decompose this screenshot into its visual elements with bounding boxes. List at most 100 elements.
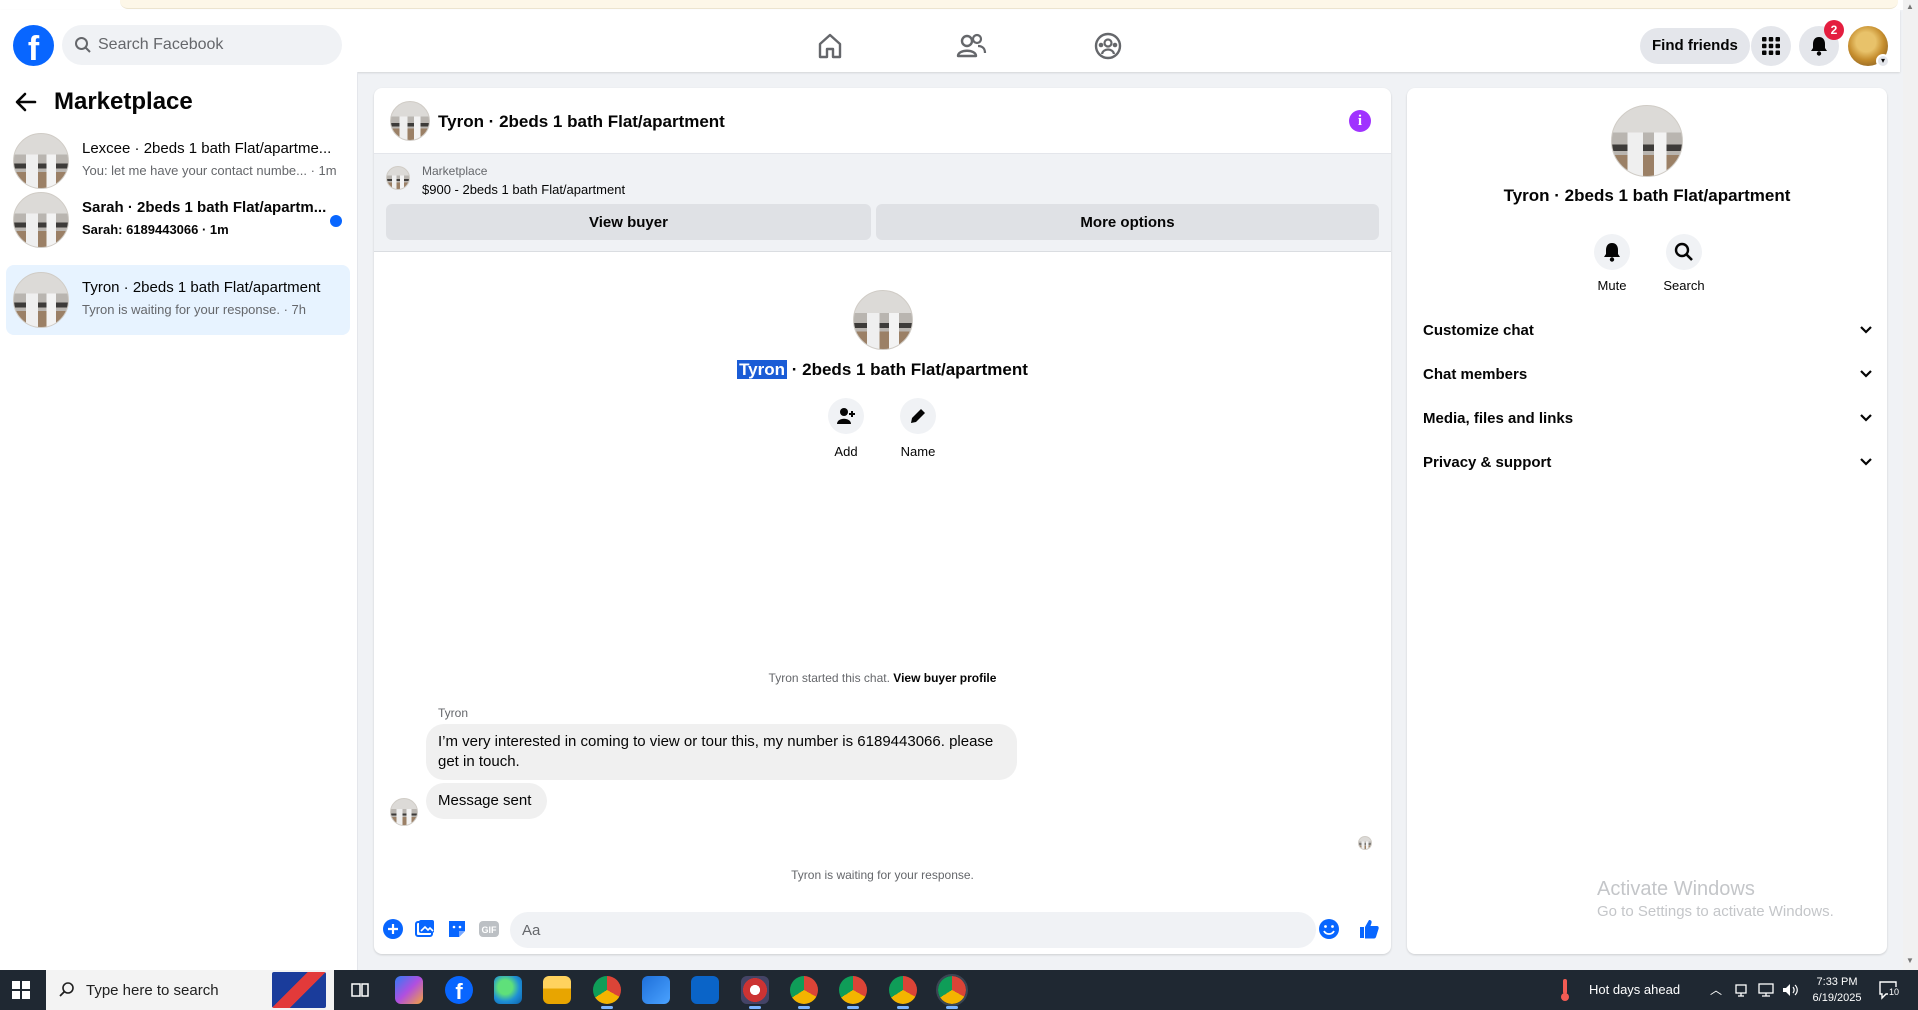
photo-icon[interactable] (414, 918, 436, 940)
chevron-down-icon (1860, 370, 1872, 378)
chrome-profile-icon[interactable] (889, 976, 917, 1009)
chat-title[interactable]: Tyron · 2beds 1 bath Flat/apartment (438, 112, 725, 132)
message-composer: GIF (374, 906, 1391, 954)
message-input[interactable] (510, 912, 1316, 948)
taskbar-clock[interactable]: 7:33 PM 6/19/2025 (1802, 974, 1872, 1006)
page-scrollbar[interactable]: ▲ ▼ (1903, 0, 1918, 970)
plus-circle-icon[interactable] (382, 918, 404, 940)
edge-browser-icon[interactable] (494, 976, 522, 1004)
facebook-logo-icon[interactable]: f (13, 25, 54, 66)
section-label: Privacy & support (1423, 454, 1552, 471)
chat-header: Tyron · 2beds 1 bath Flat/apartment i (374, 88, 1391, 154)
incoming-message-bubble[interactable]: Message sent (426, 783, 547, 819)
conversation-name: Tyron · 2beds 1 bath Flat/apartment (82, 279, 321, 296)
bell-icon (1604, 243, 1620, 262)
copilot-icon[interactable] (395, 976, 423, 1004)
media-files-links-row[interactable]: Media, files and links (1423, 399, 1873, 439)
pencil-icon (911, 409, 925, 423)
sender-name: Tyron (438, 706, 469, 720)
conversation-item-tyron[interactable]: Tyron · 2beds 1 bath Flat/apartment Tyro… (6, 265, 350, 335)
unread-indicator (330, 215, 342, 227)
microsoft-store-icon[interactable] (642, 976, 670, 1004)
clock-date: 6/19/2025 (1812, 992, 1862, 1004)
listing-thumbnail (386, 166, 410, 190)
facebook-app-icon[interactable]: f (445, 976, 473, 1004)
scroll-up-arrow-icon[interactable]: ▲ (1906, 2, 1914, 11)
action-center-count: 10 (1888, 987, 1901, 997)
chat-avatar[interactable] (390, 101, 430, 141)
sidebar-title: Marketplace (54, 88, 193, 115)
customize-chat-row[interactable]: Customize chat (1423, 311, 1873, 351)
search-input[interactable] (98, 25, 333, 65)
profile-avatar (853, 290, 913, 350)
search-icon (1674, 242, 1693, 261)
taskbar-search-placeholder: Type here to search (86, 982, 219, 999)
mute-label: Mute (1597, 278, 1627, 293)
remote-app-icon[interactable] (741, 976, 769, 1009)
add-people-button[interactable]: Add (816, 398, 876, 459)
chat-members-row[interactable]: Chat members (1423, 355, 1873, 395)
back-arrow-icon[interactable] (15, 92, 37, 112)
browser-top-strip (0, 0, 1918, 10)
chat-panel: Tyron · 2beds 1 bath Flat/apartment i Ma… (374, 88, 1391, 954)
groups-icon[interactable] (1092, 30, 1124, 62)
conversation-name: Lexcee · 2beds 1 bath Flat/apartme... (82, 140, 332, 157)
conversation-snippet: You: let me have your contact numbe... ·… (82, 163, 337, 178)
windows-start-icon[interactable] (12, 981, 30, 999)
outlook-icon[interactable] (691, 976, 719, 1004)
edit-name-button[interactable]: Name (888, 398, 948, 459)
volume-icon[interactable] (1781, 982, 1799, 998)
app-grid-icon (1762, 37, 1780, 55)
listing-thumbnail (13, 272, 69, 328)
find-friends-button[interactable]: Find friends (1640, 28, 1750, 64)
chevron-down-icon (1860, 458, 1872, 466)
search-icon (75, 37, 91, 53)
profile-name: Tyron · 2beds 1 bath Flat/apartment (374, 360, 1391, 380)
chrome-active-icon[interactable] (936, 974, 968, 1009)
file-explorer-icon[interactable] (543, 976, 571, 1004)
taskbar-search-box[interactable]: Type here to search (46, 970, 334, 1010)
emoji-icon[interactable] (1318, 918, 1340, 940)
conversation-snippet: Sarah: 6189443066 · 1m (82, 222, 229, 237)
listing-thumbnail (13, 192, 69, 248)
action-center-button[interactable]: 10 (1878, 980, 1901, 1000)
info-icon[interactable]: i (1349, 110, 1371, 132)
chevron-down-icon[interactable]: ▾ (1876, 54, 1890, 68)
network-icon[interactable] (1757, 982, 1775, 998)
chrome-profile-icon[interactable] (790, 976, 818, 1009)
browser-tab-area (120, 0, 1898, 9)
search-label: Search (1663, 278, 1705, 293)
meet-now-icon[interactable] (1734, 982, 1750, 998)
chrome-icon[interactable] (593, 976, 621, 1009)
mute-button[interactable]: Mute (1577, 234, 1647, 293)
scroll-down-arrow-icon[interactable]: ▼ (1906, 956, 1914, 965)
home-icon[interactable] (814, 30, 846, 62)
view-buyer-profile-link[interactable]: View buyer profile (893, 671, 996, 685)
chevron-down-icon (1860, 326, 1872, 334)
view-buyer-button[interactable]: View buyer (386, 204, 871, 240)
thumbs-up-icon[interactable] (1358, 918, 1380, 940)
search-icon (59, 982, 74, 997)
incoming-message-bubble[interactable]: I’m very interested in coming to view or… (426, 724, 1017, 780)
search-in-chat-button[interactable]: Search (1649, 234, 1719, 293)
search-highlight-image (272, 972, 326, 1008)
chrome-profile-icon[interactable] (839, 976, 867, 1009)
chat-started-line: Tyron started this chat. View buyer prof… (374, 671, 1391, 685)
top-navigation-bar: f Find friends 2 ▾ (0, 10, 1900, 72)
facebook-search-box[interactable] (62, 25, 342, 65)
conversation-item-sarah[interactable]: Sarah · 2beds 1 bath Flat/apartm... Sara… (6, 185, 350, 255)
task-view-icon[interactable] (346, 976, 374, 1004)
chevron-up-icon[interactable]: ︿ (1710, 970, 1722, 1010)
activate-windows-subtitle: Go to Settings to activate Windows. (1597, 903, 1834, 920)
friends-icon[interactable] (955, 30, 987, 62)
listing-price-title[interactable]: $900 - 2beds 1 bath Flat/apartment (422, 182, 625, 197)
info-title: Tyron · 2beds 1 bath Flat/apartment (1503, 186, 1791, 205)
gif-icon[interactable]: GIF (478, 918, 500, 940)
info-avatar (1611, 105, 1683, 177)
privacy-support-row[interactable]: Privacy & support (1423, 443, 1873, 483)
more-options-button[interactable]: More options (876, 204, 1379, 240)
weather-text[interactable]: Hot days ahead (1589, 970, 1680, 1010)
sticker-icon[interactable] (446, 918, 468, 940)
menu-button[interactable] (1751, 26, 1791, 66)
listing-thumbnail (13, 133, 69, 189)
